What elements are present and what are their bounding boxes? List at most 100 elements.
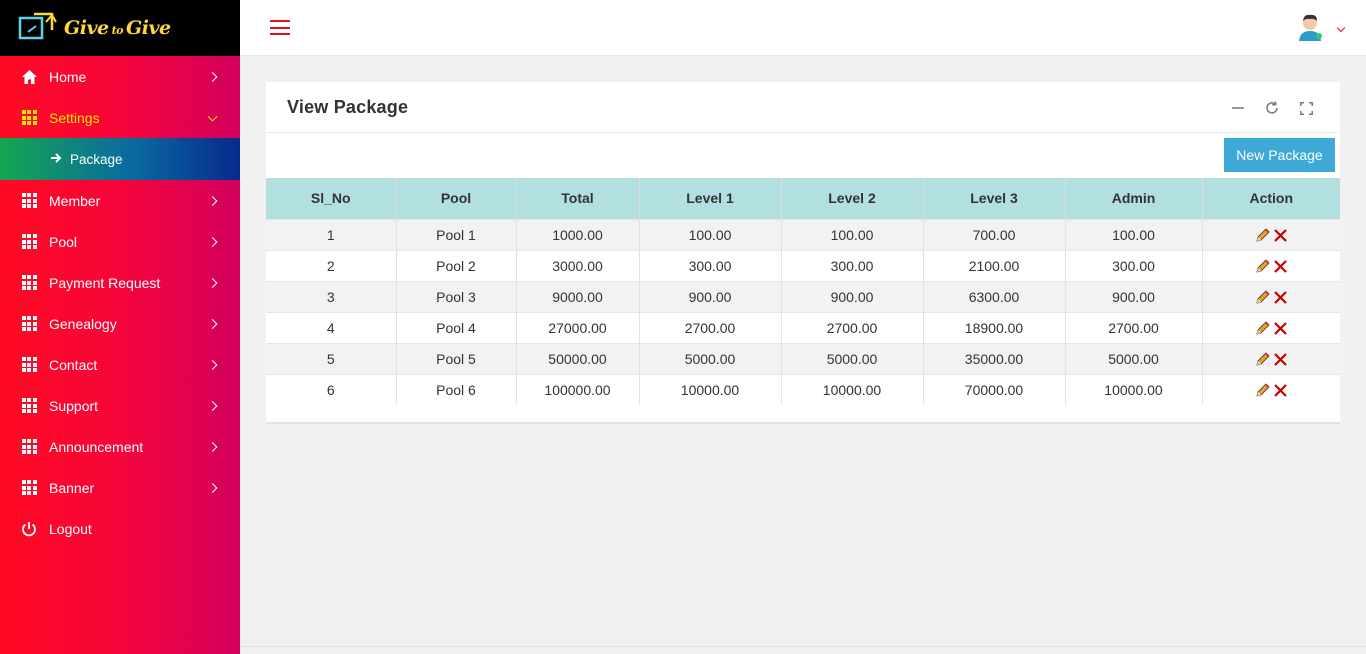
grid-icon — [20, 356, 38, 374]
refresh-icon[interactable] — [1264, 100, 1280, 116]
column-header: Total — [516, 178, 640, 219]
table-cell: Pool 5 — [396, 342, 517, 374]
chevron-right-icon — [207, 482, 218, 493]
delete-icon[interactable] — [1273, 383, 1288, 398]
column-header: Sl_No — [266, 178, 397, 219]
sidebar-item-label: Logout — [49, 520, 92, 537]
top-bar — [240, 0, 1366, 56]
table-cell: 100000.00 — [516, 373, 640, 405]
column-header: Level 2 — [781, 178, 924, 219]
table-cell: 300.00 — [639, 249, 782, 281]
table-cell: 2700.00 — [639, 311, 782, 343]
package-table: Sl_No Pool Total Level 1 Level 2 Level 3… — [266, 178, 1340, 405]
edit-icon[interactable] — [1255, 227, 1271, 243]
chevron-right-icon — [207, 400, 218, 411]
table-row: 3 Pool 3 9000.00 900.00 900.00 6300.00 900.00 — [266, 280, 1340, 312]
user-menu[interactable] — [1296, 12, 1346, 42]
table-cell: 10000.00 — [1065, 373, 1203, 405]
table-cell: 70000.00 — [923, 373, 1066, 405]
table-row: 1 Pool 1 1000.00 100.00 100.00 700.00 100.00 — [266, 218, 1340, 250]
table-cell: 50000.00 — [516, 342, 640, 374]
delete-icon[interactable] — [1273, 290, 1288, 305]
view-package-panel: View Package New Package Sl_No Pool Tota… — [266, 82, 1340, 424]
edit-icon[interactable] — [1255, 382, 1271, 398]
sidebar-item-label: Banner — [49, 479, 95, 496]
brand-part2: to — [111, 24, 124, 37]
grid-icon — [20, 274, 38, 292]
table-cell: Pool 1 — [396, 218, 517, 250]
sidebar-item-home[interactable]: Home — [0, 56, 240, 97]
column-header: Admin — [1065, 178, 1203, 219]
table-cell: 300.00 — [781, 249, 924, 281]
arrow-right-icon — [50, 152, 62, 167]
chevron-right-icon — [207, 277, 218, 288]
sidebar-item-payment-request[interactable]: Payment Request — [0, 262, 240, 303]
table-cell: 27000.00 — [516, 311, 640, 343]
sidebar: Give to Give Home Settings Package Member — [0, 0, 240, 654]
delete-icon[interactable] — [1273, 259, 1288, 274]
table-cell: 700.00 — [923, 218, 1066, 250]
sidebar-item-label: Contact — [49, 356, 98, 373]
sidebar-item-logout[interactable]: Logout — [0, 508, 240, 549]
sidebar-item-member[interactable]: Member — [0, 180, 240, 221]
table-cell: 6300.00 — [923, 280, 1066, 312]
sidebar-item-support[interactable]: Support — [0, 385, 240, 426]
minimize-icon[interactable] — [1230, 100, 1246, 116]
sidebar-item-label: Pool — [49, 233, 78, 250]
brand-part1: Give — [64, 17, 109, 39]
brand-name: Give to Give — [64, 17, 171, 39]
chevron-right-icon — [207, 195, 218, 206]
sidebar-subitem-package[interactable]: Package — [0, 138, 240, 180]
table-cell: Pool 4 — [396, 311, 517, 343]
edit-icon[interactable] — [1255, 258, 1271, 274]
action-cell — [1202, 218, 1340, 250]
table-header-row: Sl_No Pool Total Level 1 Level 2 Level 3… — [266, 178, 1340, 219]
edit-icon[interactable] — [1255, 351, 1271, 367]
panel-header: View Package — [266, 82, 1340, 133]
table-cell: 300.00 — [1065, 249, 1203, 281]
chevron-right-icon — [207, 71, 218, 82]
edit-icon[interactable] — [1255, 289, 1271, 305]
new-package-button[interactable]: New Package — [1224, 138, 1335, 172]
hamburger-menu-icon[interactable] — [270, 20, 290, 36]
sidebar-item-announcement[interactable]: Announcement — [0, 426, 240, 467]
action-cell — [1202, 311, 1340, 343]
table-row: 5 Pool 5 50000.00 5000.00 5000.00 35000.00 500… — [266, 342, 1340, 374]
table-row: 2 Pool 2 3000.00 300.00 300.00 2100.00 300.00 — [266, 249, 1340, 281]
table-cell: 100.00 — [639, 218, 782, 250]
delete-icon[interactable] — [1273, 321, 1288, 336]
table-cell: 100.00 — [781, 218, 924, 250]
table-cell: 5000.00 — [1065, 342, 1203, 374]
table-cell: Pool 2 — [396, 249, 517, 281]
brand-logo[interactable]: Give to Give — [0, 0, 240, 56]
delete-icon[interactable] — [1273, 352, 1288, 367]
chevron-right-icon — [207, 441, 218, 452]
edit-icon[interactable] — [1255, 320, 1271, 336]
sidebar-item-contact[interactable]: Contact — [0, 344, 240, 385]
grid-icon — [20, 109, 38, 127]
sidebar-item-banner[interactable]: Banner — [0, 467, 240, 508]
table-row: 4 Pool 4 27000.00 2700.00 2700.00 18900.00 270… — [266, 311, 1340, 343]
table-cell: 10000.00 — [639, 373, 782, 405]
avatar — [1299, 14, 1322, 41]
table-cell: 100.00 — [1065, 218, 1203, 250]
sidebar-item-genealogy[interactable]: Genealogy — [0, 303, 240, 344]
footer-divider — [240, 646, 1366, 647]
delete-icon[interactable] — [1273, 228, 1288, 243]
table-body: 1 Pool 1 1000.00 100.00 100.00 700.00 100.00 2 P… — [266, 218, 1340, 405]
table-cell: 4 — [266, 311, 397, 343]
chevron-right-icon — [207, 318, 218, 329]
table-cell: 35000.00 — [923, 342, 1066, 374]
action-cell — [1202, 280, 1340, 312]
sidebar-item-settings[interactable]: Settings — [0, 97, 240, 138]
action-cell — [1202, 249, 1340, 281]
table-row: 6 Pool 6 100000.00 10000.00 10000.00 70000.00… — [266, 373, 1340, 405]
table-cell: 2100.00 — [923, 249, 1066, 281]
grid-icon — [20, 397, 38, 415]
chevron-right-icon — [207, 359, 218, 370]
fullscreen-icon[interactable] — [1298, 100, 1314, 116]
grid-icon — [20, 479, 38, 497]
table-cell: 1 — [266, 218, 397, 250]
table-cell: 2700.00 — [1065, 311, 1203, 343]
sidebar-item-pool[interactable]: Pool — [0, 221, 240, 262]
